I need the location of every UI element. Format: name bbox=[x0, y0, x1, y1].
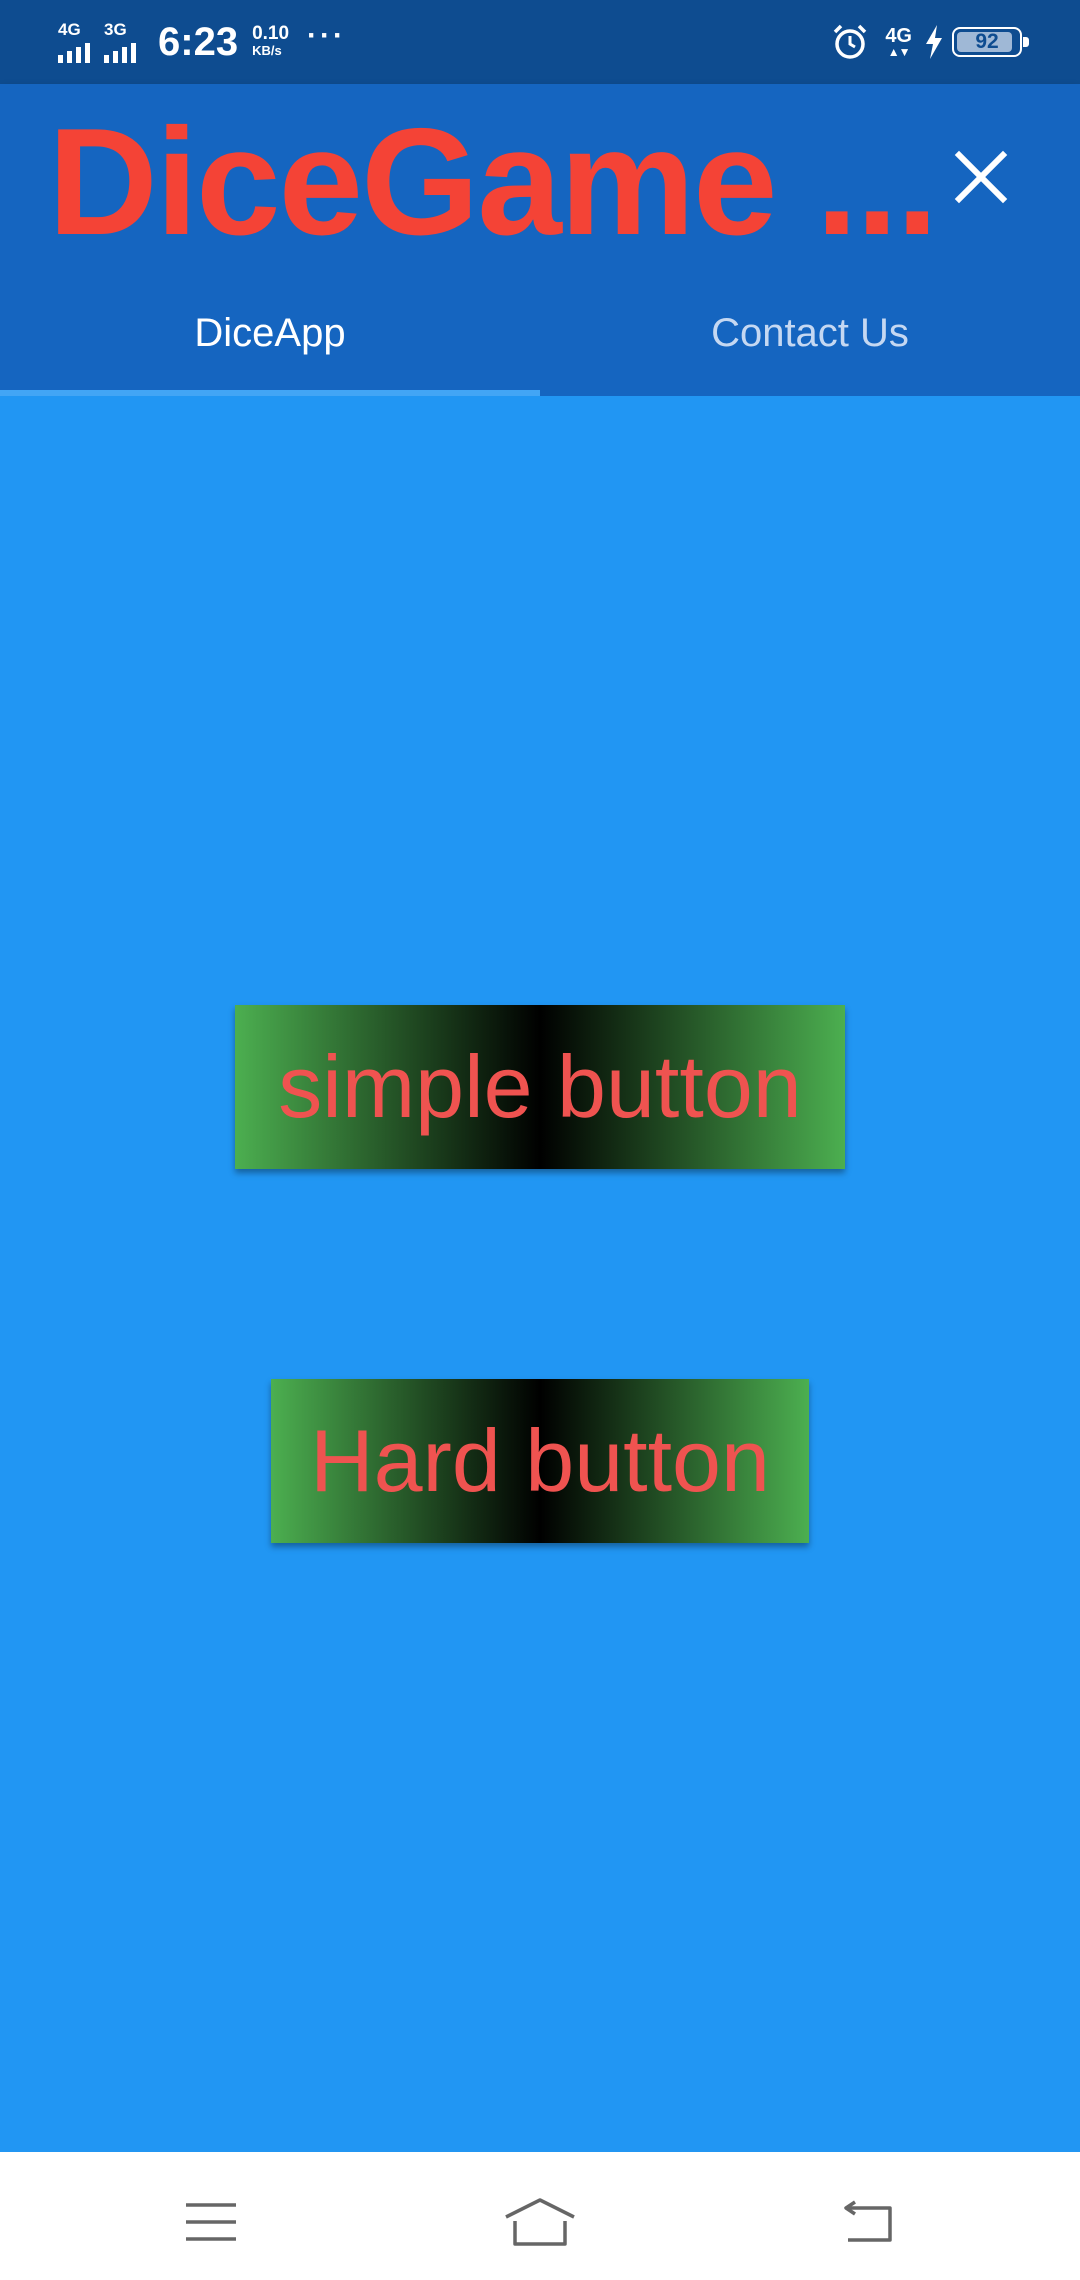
data-activity-icon: ▲▼ bbox=[887, 45, 911, 59]
app-title: DiceGame ... bbox=[48, 97, 938, 267]
back-button[interactable] bbox=[828, 2192, 908, 2252]
battery-icon: 92 bbox=[952, 27, 1029, 57]
tab-contact-us[interactable]: Contact Us bbox=[540, 284, 1080, 396]
signal-icon: 3G bbox=[104, 21, 140, 63]
status-right: 4G ▲▼ 92 bbox=[831, 18, 1029, 66]
hard-button-label: Hard button bbox=[310, 1411, 770, 1510]
tab-diceapp[interactable]: DiceApp bbox=[0, 284, 540, 396]
battery-level: 92 bbox=[975, 30, 999, 53]
close-button[interactable] bbox=[940, 136, 1022, 218]
simple-button-label: simple button bbox=[278, 1037, 802, 1136]
home-icon bbox=[505, 2198, 575, 2246]
status-left: 4G 3G 6:23 0.10 KB/s ··· bbox=[58, 16, 346, 68]
mobile-data-type: 4G bbox=[885, 25, 912, 47]
menu-icon bbox=[186, 2203, 236, 2241]
alarm-icon bbox=[834, 24, 867, 59]
mobile-data-indicator: 4G ▲▼ bbox=[885, 26, 912, 58]
network-type-2: 3G bbox=[104, 20, 127, 39]
navigation-bar bbox=[0, 2152, 1080, 2280]
network-speed: 0.10 KB/s bbox=[252, 23, 290, 59]
network-speed-value: 0.10 bbox=[252, 23, 290, 44]
tab-label: DiceApp bbox=[194, 310, 346, 355]
tab-label: Contact Us bbox=[711, 310, 909, 355]
app-bar: DiceGame ... DiceApp Contact Us bbox=[0, 84, 1080, 396]
tab-bar: DiceApp Contact Us bbox=[0, 284, 1080, 396]
simple-button[interactable]: simple button bbox=[235, 1005, 845, 1169]
network-speed-unit: KB/s bbox=[252, 43, 282, 58]
charging-bolt-icon bbox=[926, 25, 942, 59]
home-button[interactable] bbox=[500, 2192, 580, 2252]
hard-button[interactable]: Hard button bbox=[271, 1379, 809, 1543]
signal-icon: 4G bbox=[58, 21, 94, 63]
back-icon bbox=[844, 2200, 892, 2242]
network-type-1: 4G bbox=[58, 20, 81, 39]
status-time: 6:23 bbox=[158, 19, 239, 64]
status-bar: 4G 3G 6:23 0.10 KB/s ··· 4G ▲▼ 92 bbox=[0, 0, 1080, 84]
close-icon bbox=[954, 150, 1008, 204]
more-notifications-icon: ··· bbox=[307, 19, 347, 52]
main-content: simple button Hard button bbox=[0, 396, 1080, 2152]
menu-button[interactable] bbox=[171, 2192, 251, 2252]
